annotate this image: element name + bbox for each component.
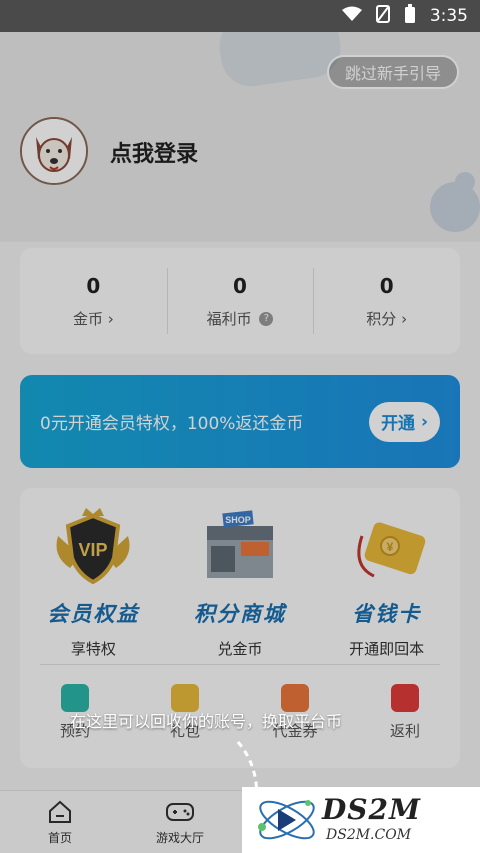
red-envelope-icon [391,684,419,712]
paw-decoration-toe [455,172,475,192]
feature-subtitle: 享特权 [70,640,116,658]
quick-link-label: 返利 [389,722,420,740]
tab-home[interactable]: 首页 [10,791,110,853]
stat-value: 0 [86,273,101,298]
feature-title: 会员权益 [47,602,140,626]
help-icon[interactable]: ? [259,312,274,326]
paw-decoration [430,182,480,232]
feature-title: 积分商城 [194,602,286,626]
tab-label: 首页 [47,831,72,845]
no-sim-icon [375,4,390,28]
svg-text:SHOP: SHOP [225,515,251,525]
gamepad-icon [166,803,194,821]
vip-banner[interactable]: 0元开通会员特权，100%返还金币 开通 › [20,375,460,468]
watermark-title: DS2M [322,793,421,826]
feature-points-mall[interactable]: SHOP 积分商城 兑金币 [167,506,314,659]
watermark-subtitle: DS2M.COM [326,827,412,843]
vip-shield-icon: VIP [56,508,130,585]
stat-label: 福利币 [206,309,252,328]
stat-label: 金币 [72,309,103,328]
money-card-icon: ¥ [357,522,425,578]
battery-icon [404,3,416,29]
feature-subtitle: 开通即回本 [349,640,425,658]
watermark: DS2M DS2M.COM [242,787,480,853]
wallet-stats-card: 0 金币 › 0 福利币 ? 0 积分 › [20,248,460,354]
vip-banner-text: 0元开通会员特权，100%返还金币 [40,414,304,434]
stat-welfare-coins[interactable]: 0 福利币 ? [166,248,314,354]
stat-value: 0 [233,273,247,298]
feature-money-card[interactable]: ¥ 省钱卡 开通即回本 [313,506,460,659]
home-icon [49,800,71,823]
feature-vip-rights[interactable]: VIP 会员权益 享特权 [20,506,167,659]
stat-gold-coins[interactable]: 0 金币 › [20,248,167,354]
chevron-right-icon: › [401,309,408,328]
skip-guide-button[interactable]: 跳过新手引导 [327,55,459,89]
svg-text:¥: ¥ [386,540,393,554]
stat-points[interactable]: 0 积分 › [313,248,460,354]
wifi-icon [341,6,362,27]
avatar[interactable] [20,117,88,185]
feature-title: 省钱卡 [352,602,422,626]
status-bar: 3:35 [0,0,480,32]
guide-tip: 在这里可以回收你的账号，换取平台币 [70,712,343,731]
chevron-right-icon: › [107,309,114,328]
quick-link-rebate[interactable]: 返利 [350,684,460,741]
dog-avatar-icon [22,119,86,183]
chevron-right-icon: › [415,411,428,432]
tab-label: 游戏大厅 [155,831,204,845]
feature-subtitle: 兑金币 [217,640,263,658]
stat-label: 积分 [366,309,397,328]
stat-value: 0 [379,273,394,298]
atom-logo-icon [258,800,315,840]
shop-icon: SHOP [207,510,273,578]
login-prompt[interactable]: 点我登录 [110,136,198,168]
status-time: 3:35 [429,6,468,26]
open-vip-button[interactable]: 开通 › [369,401,440,442]
divider [40,664,440,665]
open-vip-label: 开通 [381,414,416,434]
tab-game-hall[interactable]: 游戏大厅 [130,791,230,853]
gamepad-decoration [215,32,345,91]
svg-text:VIP: VIP [79,540,108,560]
